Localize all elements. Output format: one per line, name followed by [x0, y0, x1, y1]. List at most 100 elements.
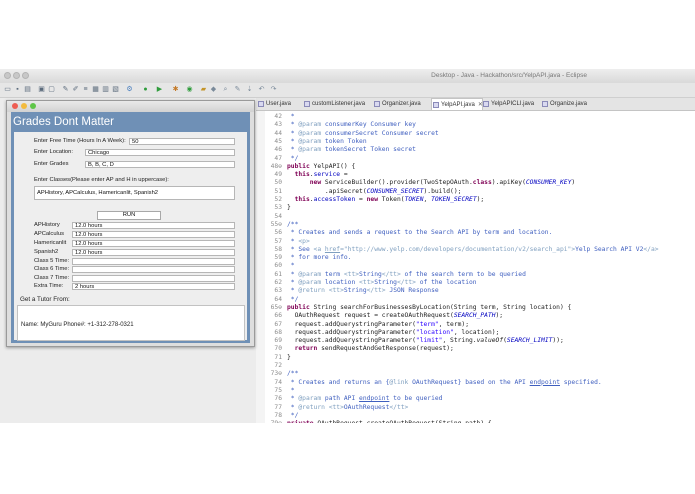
code-text[interactable]: *	[287, 262, 295, 270]
tab-yelpapicli-java[interactable]: YelpAPICLI.java	[482, 98, 542, 110]
code-line[interactable]: 78 */	[256, 412, 695, 420]
code-text[interactable]: this.service =	[287, 171, 348, 179]
build-icon[interactable]: ▣	[38, 86, 45, 93]
class-hours-field[interactable]: 12.0 hours	[72, 231, 235, 238]
code-text[interactable]: * @param token Token	[287, 138, 367, 146]
code-text[interactable]: *	[287, 387, 295, 395]
code-line[interactable]: 48⊖ public YelpAPI() {	[256, 163, 695, 171]
code-line[interactable]: 74 * Creates and returns an {@link OAuth…	[256, 379, 695, 387]
back-icon[interactable]: ↶	[258, 86, 265, 93]
class-hours-field[interactable]	[72, 258, 235, 265]
code-text[interactable]: /**	[287, 221, 298, 229]
save-icon[interactable]: ▪	[14, 86, 21, 93]
tab-customlistener-java[interactable]: customListener.java	[303, 98, 373, 110]
code-text[interactable]: request.addQuerystringParameter("locatio…	[287, 329, 500, 337]
code-line[interactable]: 79⊖ private OAuthRequest createOAuthReque…	[256, 420, 695, 423]
open-type-icon[interactable]: ◆	[210, 86, 217, 93]
terminal-icon[interactable]: ▢	[48, 86, 55, 93]
tab-organize-java[interactable]: Organize.java	[541, 98, 601, 110]
code-text[interactable]: .apiSecret(CONSUMER_SECRET).build();	[287, 188, 462, 196]
code-line[interactable]: 51 .apiSecret(CONSUMER_SECRET).build();	[256, 188, 695, 196]
code-line[interactable]: 67 request.addQuerystringParameter("term…	[256, 321, 695, 329]
code-line[interactable]: 71}	[256, 354, 695, 362]
outline-icon[interactable]: ▦	[92, 86, 99, 93]
marker-icon[interactable]: ✐	[72, 86, 79, 93]
code-line[interactable]: 59 * for more info.	[256, 254, 695, 262]
code-line[interactable]: 64 */	[256, 296, 695, 304]
code-text[interactable]: * @param consumerSecret Consumer secret	[287, 130, 439, 138]
code-text[interactable]: request.addQuerystringParameter("limit",…	[287, 337, 564, 345]
code-text[interactable]: * @param tokenSecret Token secret	[287, 146, 416, 154]
code-text[interactable]: }	[287, 354, 291, 362]
print-icon[interactable]: ▤	[24, 86, 31, 93]
new-java-project-icon[interactable]: ◉	[186, 86, 193, 93]
class-hours-field[interactable]	[72, 266, 235, 273]
code-text[interactable]: this.accessToken = new Token(TOKEN, TOKE…	[287, 196, 485, 204]
free-time-input[interactable]: 50	[129, 138, 235, 145]
table-icon[interactable]: ▧	[112, 86, 119, 93]
code-line[interactable]: 75 *	[256, 387, 695, 395]
classes-input[interactable]: APHistory, APCalculus, Hamericanlit, Spa…	[34, 186, 235, 200]
code-text[interactable]: public String searchForBusinessesByLocat…	[287, 304, 571, 312]
code-line[interactable]: 62 * @param location <tt>String</tt> of …	[256, 279, 695, 287]
code-text[interactable]: * @return <tt>String</tt> JSON Response	[287, 287, 439, 295]
app-minimize-button[interactable]	[21, 103, 27, 109]
code-text[interactable]: return sendRequestAndGetResponse(request…	[287, 345, 454, 353]
code-line[interactable]: 58 * See <a href="http://www.yelp.com/de…	[256, 246, 695, 254]
code-line[interactable]: 52 this.accessToken = new Token(TOKEN, T…	[256, 196, 695, 204]
code-line[interactable]: 43 * @param consumerKey Consumer key	[256, 121, 695, 129]
annotation-icon[interactable]: ✎	[234, 86, 241, 93]
code-text[interactable]: OAuthRequest request = createOAuthReques…	[287, 312, 504, 320]
code-text[interactable]: new ServiceBuilder().provider(TwoStepOAu…	[287, 179, 575, 187]
code-text[interactable]: public YelpAPI() {	[287, 163, 355, 171]
code-text[interactable]: * for more info.	[287, 254, 352, 262]
code-line[interactable]: 55⊖ /**	[256, 221, 695, 229]
code-text[interactable]: * @param location <tt>String</tt> of the…	[287, 279, 477, 287]
class-hours-field[interactable]: 12.0 hours	[72, 249, 235, 256]
code-line[interactable]: 77 * @return <tt>OAuthRequest</tt>	[256, 404, 695, 412]
tab-user-java[interactable]: User.java	[257, 98, 309, 110]
app-close-button[interactable]	[12, 103, 18, 109]
external-tools-icon[interactable]: ✱	[172, 86, 179, 93]
code-line[interactable]: 42 *	[256, 113, 695, 121]
code-line[interactable]: 65⊖ public String searchForBusinessesByLo…	[256, 304, 695, 312]
code-text[interactable]: * @param consumerKey Consumer key	[287, 121, 416, 129]
class-hours-field[interactable]	[72, 275, 235, 282]
run-icon[interactable]: ▶	[156, 86, 163, 93]
code-line[interactable]: 57 * <p>	[256, 238, 695, 246]
code-line[interactable]: 54	[256, 213, 695, 221]
grades-input[interactable]: B, B, C, D	[85, 161, 235, 168]
code-text[interactable]: * Creates and returns an {@link OAuthReq…	[287, 379, 602, 387]
format-icon[interactable]: ≡	[82, 86, 89, 93]
code-line[interactable]: 61 * @param term <tt>String</tt> of the …	[256, 271, 695, 279]
search-icon[interactable]: ⌕	[222, 86, 229, 93]
code-text[interactable]: private OAuthRequest createOAuthRequest(…	[287, 420, 492, 423]
code-text[interactable]: * @return <tt>OAuthRequest</tt>	[287, 404, 409, 412]
code-text[interactable]: request.addQuerystringParameter("term", …	[287, 321, 469, 329]
code-line[interactable]: 56 * Creates and sends a request to the …	[256, 229, 695, 237]
code-text[interactable]: * <p>	[287, 238, 310, 246]
settings-gear-icon[interactable]: ⚙	[126, 86, 133, 93]
code-line[interactable]: 46 * @param tokenSecret Token secret	[256, 146, 695, 154]
code-line[interactable]: 76 * @param path API endpoint to be quer…	[256, 395, 695, 403]
code-text[interactable]: * @param path API endpoint to be queried	[287, 395, 443, 403]
code-line[interactable]: 68 request.addQuerystringParameter("loca…	[256, 329, 695, 337]
next-annotation-icon[interactable]: ⇣	[246, 86, 253, 93]
code-line[interactable]: 70 return sendRequestAndGetResponse(requ…	[256, 345, 695, 353]
code-line[interactable]: 60 *	[256, 262, 695, 270]
tab-organizer-java[interactable]: Organizer.java	[373, 98, 431, 110]
code-line[interactable]: 69 request.addQuerystringParameter("limi…	[256, 337, 695, 345]
code-text[interactable]: */	[287, 296, 299, 304]
code-line[interactable]: 66 OAuthRequest request = createOAuthReq…	[256, 312, 695, 320]
code-text[interactable]: */	[287, 155, 299, 163]
code-line[interactable]: 72	[256, 362, 695, 370]
tab-yelpapi-java[interactable]: YelpAPI.java ✕	[431, 98, 483, 110]
location-input[interactable]: Chicago	[85, 149, 235, 156]
app-zoom-button[interactable]	[30, 103, 36, 109]
open-folder-icon[interactable]: ▰	[200, 86, 207, 93]
class-hours-field[interactable]: 12.0 hours	[72, 222, 235, 229]
grid-icon[interactable]: ▥	[102, 86, 109, 93]
code-line[interactable]: 45 * @param token Token	[256, 138, 695, 146]
forward-icon[interactable]: ↷	[270, 86, 277, 93]
code-line[interactable]: 44 * @param consumerSecret Consumer secr…	[256, 130, 695, 138]
